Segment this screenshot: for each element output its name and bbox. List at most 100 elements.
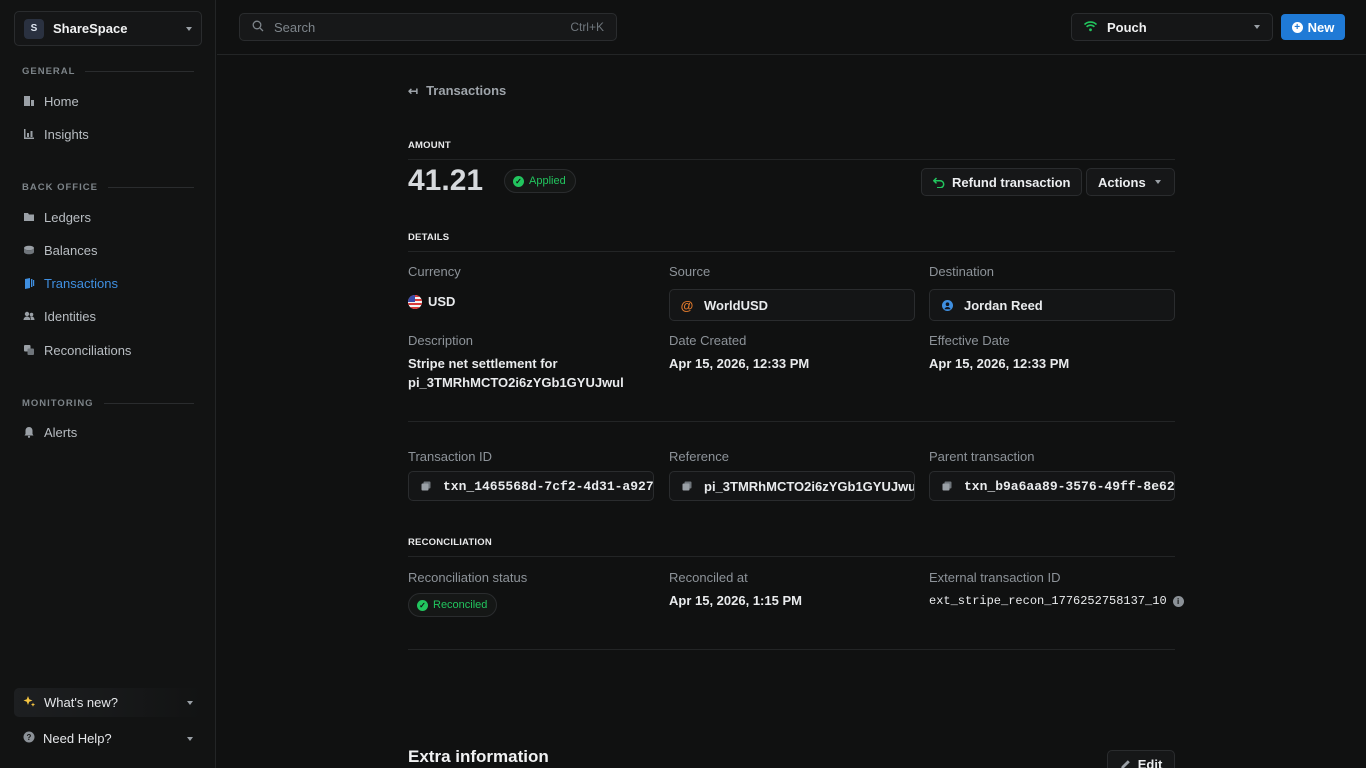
description-value: Stripe net settlement for pi_3TMRhMCTO2i… — [408, 356, 624, 390]
external-id-label: External transaction ID — [929, 570, 1061, 585]
new-button[interactable]: + New — [1281, 14, 1345, 40]
description-label: Description — [408, 333, 474, 348]
sidebar-item-label: Insights — [44, 126, 89, 142]
sidebar-item-balances[interactable]: Balances — [14, 236, 202, 264]
chevron-down-icon — [1254, 25, 1260, 29]
transaction-id-label: Transaction ID — [408, 449, 493, 464]
status-badge: ✓ Applied — [504, 169, 576, 193]
sidebar-item-label: Ledgers — [44, 209, 91, 225]
status-badge-label: Applied — [529, 175, 566, 187]
sidebar-item-alerts[interactable]: Alerts — [14, 418, 202, 446]
sidebar-item-label: Identities — [44, 308, 97, 324]
need-help-button[interactable]: ? Need Help? — [14, 724, 202, 753]
transaction-detail: ↤ Transactions AMOUNT 41.21 ✓ Applied Re… — [408, 55, 1184, 768]
reconciled-at-label: Reconciled at — [669, 570, 748, 585]
currency-value: USD — [408, 294, 455, 309]
reference-value: pi_3TMRhMCTO2i6zYGb1GYUJwul — [704, 478, 915, 494]
transactions-icon — [23, 277, 35, 289]
sidebar: S ShareSpace GENERAL Home Insights BACK … — [0, 0, 216, 768]
sidebar-item-insights[interactable]: Insights — [14, 120, 202, 148]
sidebar-item-label: Balances — [44, 242, 98, 258]
transaction-id-field[interactable]: txn_1465568d-7cf2-4d31-a927 — [408, 471, 654, 501]
whats-new-button[interactable]: What's new? — [14, 688, 202, 717]
reconcile-icon — [23, 344, 35, 356]
back-link[interactable]: ↤ Transactions — [408, 83, 506, 98]
new-button-label: New — [1307, 19, 1335, 35]
home-icon — [23, 95, 35, 107]
edit-label: Edit — [1137, 756, 1163, 768]
chart-icon — [23, 128, 35, 140]
plus-icon: + — [1291, 21, 1303, 33]
coins-icon — [23, 244, 35, 256]
pouch-selector[interactable]: Pouch — [1071, 13, 1273, 41]
chevron-down-icon — [187, 736, 193, 741]
copy-icon[interactable] — [419, 481, 433, 491]
sidebar-item-reconciliations[interactable]: Reconciliations — [14, 336, 202, 364]
reference-field[interactable]: pi_3TMRhMCTO2i6zYGb1GYUJwul — [669, 471, 915, 501]
bell-icon — [23, 426, 35, 438]
whats-new-label: What's new? — [44, 695, 119, 710]
pouch-label: Pouch — [1107, 19, 1147, 35]
workspace-name: ShareSpace — [53, 21, 128, 36]
info-icon[interactable]: i — [1172, 595, 1184, 607]
back-arrow-icon: ↤ — [408, 83, 419, 98]
sidebar-item-identities[interactable]: Identities — [14, 302, 202, 330]
search-bar[interactable]: Ctrl+K — [239, 13, 617, 41]
sidebar-item-transactions[interactable]: Transactions — [14, 269, 202, 297]
section-title-general: GENERAL — [22, 66, 194, 77]
extra-information-title: Extra information — [408, 747, 549, 766]
copy-icon[interactable] — [940, 481, 954, 491]
sidebar-item-home[interactable]: Home — [14, 87, 202, 115]
workspace-avatar: S — [24, 18, 44, 39]
effective-date-value: Apr 15, 2026, 12:33 PM — [929, 356, 1070, 371]
source-field[interactable]: @ WorldUSD — [669, 289, 915, 321]
reconciliation-heading: RECONCILIATION — [408, 537, 1175, 557]
external-id-row: ext_stripe_recon_1776252758137_10 i — [929, 594, 1184, 608]
sidebar-item-label: Home — [44, 93, 79, 109]
parent-transaction-field[interactable]: txn_b9a6aa89-3576-49ff-8e62 — [929, 471, 1175, 501]
edit-button[interactable]: Edit — [1107, 750, 1175, 768]
date-created-value: Apr 15, 2026, 12:33 PM — [669, 356, 810, 371]
search-shortcut: Ctrl+K — [570, 20, 604, 34]
chevron-down-icon — [187, 700, 193, 705]
reconciliation-status-value: Reconciled — [433, 599, 488, 611]
users-icon — [23, 310, 35, 322]
search-input[interactable] — [274, 19, 571, 35]
back-link-label: Transactions — [426, 83, 507, 98]
topbar: Ctrl+K Pouch + New — [217, 0, 1366, 55]
undo-icon — [933, 176, 945, 188]
need-help-label: Need Help? — [43, 731, 112, 746]
amount-value: 41.21 — [408, 164, 484, 197]
source-value: WorldUSD — [704, 297, 769, 313]
us-flag-icon — [408, 294, 422, 309]
source-label: Source — [669, 264, 711, 279]
destination-value: Jordan Reed — [964, 297, 1043, 313]
copy-icon[interactable] — [680, 481, 694, 491]
help-icon: ? — [23, 731, 35, 746]
details-heading: DETAILS — [408, 232, 1175, 252]
reconciled-at-value: Apr 15, 2026, 1:15 PM — [669, 593, 802, 608]
at-sign-icon: @ — [680, 297, 694, 313]
effective-date-label: Effective Date — [929, 333, 1010, 348]
parent-transaction-value: txn_b9a6aa89-3576-49ff-8e62 — [964, 478, 1175, 494]
actions-dropdown[interactable]: Actions — [1086, 168, 1175, 196]
sidebar-item-label: Reconciliations — [44, 342, 132, 358]
external-id-value: ext_stripe_recon_1776252758137_10 — [929, 594, 1167, 608]
check-circle-icon: ✓ — [417, 599, 428, 611]
chevron-down-icon — [186, 26, 192, 31]
section-title-monitoring: MONITORING — [22, 398, 194, 409]
destination-label: Destination — [929, 264, 995, 279]
folder-icon — [23, 211, 35, 223]
reference-label: Reference — [669, 449, 729, 464]
sidebar-item-label: Alerts — [44, 424, 78, 440]
amount-heading: AMOUNT — [408, 140, 1175, 160]
search-icon — [252, 20, 264, 35]
pencil-icon — [1120, 759, 1131, 768]
reconciliation-status-label: Reconciliation status — [408, 570, 528, 585]
refund-transaction-button[interactable]: Refund transaction — [921, 168, 1083, 196]
divider — [408, 649, 1175, 650]
reconciliation-status-badge: ✓ Reconciled — [408, 593, 498, 617]
workspace-switcher[interactable]: S ShareSpace — [14, 11, 202, 46]
sidebar-item-ledgers[interactable]: Ledgers — [14, 203, 202, 231]
destination-field[interactable]: Jordan Reed — [929, 289, 1175, 321]
